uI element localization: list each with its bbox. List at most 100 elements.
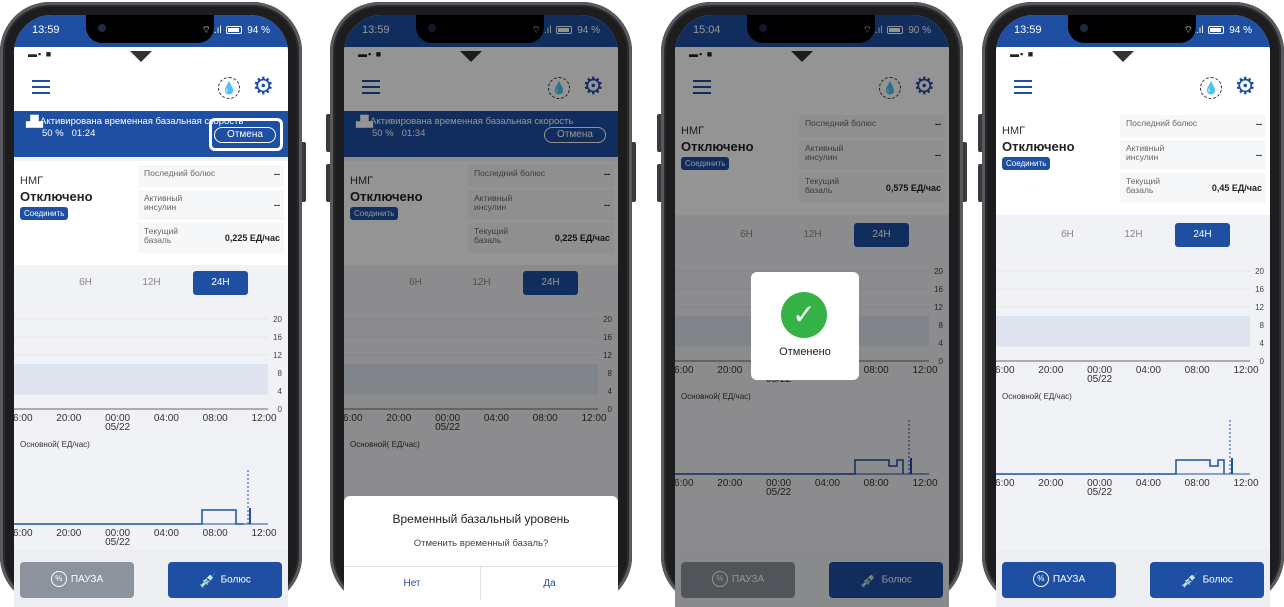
y-tick-label: 20 [1255,267,1264,276]
y-tick-label: 8 [1260,321,1265,330]
y-tick-label: 8 [278,369,283,378]
basal-chart: 16:00 20:00 00:00 05/22 04:00 08:00 12:00 [14,470,288,548]
dialog-no-button[interactable]: Нет [344,566,481,600]
system-icons: ⌔ .ıl 94 % [1184,24,1252,37]
insulin-drop-icon[interactable]: 💧 [218,77,240,99]
notification-row: ▬▪ ■ [996,47,1270,65]
connect-button[interactable]: Соединить [20,207,69,220]
phone-4: 13:59 ⌔ .ıl 94 % ▬▪ ■ 💧 ⚙ НМГ Отключено [978,2,1284,607]
pull-down-tab-icon[interactable] [130,51,152,62]
current-basal-value: 0,225 ЕД/час [224,233,280,243]
battery-percent: 94 % [247,25,270,36]
x-tick-label: 16:00 [996,478,1015,489]
x-tick-label: 20:00 [56,528,81,539]
active-insulin: Активный инсулин -- [138,190,284,220]
phone-2: 13:59 ⌔ .ıl 94 % ▬▪ ■ 💧 ⚙ ▟▙ Активирован… [326,2,636,607]
current-basal-label: Текущий базаль [144,226,178,245]
bottom-action-bar: % ПАУЗА 💉 Болюс [14,550,288,607]
x-tick-label: 08:00 [1185,365,1210,376]
y-tick-label: 20 [273,315,282,324]
bolus-button[interactable]: 💉 Болюс [168,562,282,598]
clock: 13:59 [32,24,60,36]
wifi-icon: ⌔ .ıl [1183,25,1204,36]
status-bar: 13:59 ⌔ .ıl 94 % [996,15,1270,47]
last-bolus: Последний болюс -- [138,165,284,187]
bottom-action-bar: % ПАУЗА 💉 Болюс [996,550,1270,607]
range-tabs: 6H 12H 24H [996,223,1270,249]
x-tick-label: 12:00 [251,528,276,539]
pause-percent-icon: % [50,571,67,588]
insulin-drop-icon[interactable]: 💧 [1200,77,1222,99]
cancelled-toast: ✓ Отменено [751,272,859,380]
tab-6h[interactable]: 6H [1040,223,1095,247]
dialog-yes-button[interactable]: Да [481,566,618,600]
x-date-label: 05/22 [1087,487,1112,498]
battery-percent: 94 % [1229,25,1252,36]
pause-button[interactable]: % ПАУЗА [1002,562,1116,598]
app-screen: 15:04 ⌔ .ıl 90 % ▬▪ ■ 💧 ⚙ НМГ Отключено [675,15,949,607]
active-insulin-value: -- [1256,150,1262,160]
cgm-title: НМГ [20,175,44,187]
cancel-temp-basal-dialog: Временный базальный уровень Отменить вре… [344,496,618,607]
target-range-band [14,364,268,395]
x-tick-label: 08:00 [1185,478,1210,489]
bolus-button[interactable]: 💉 Болюс [1150,562,1264,598]
phone-3: 15:04 ⌔ .ıl 90 % ▬▪ ■ 💧 ⚙ НМГ Отключено [657,2,967,607]
pause-button: % ПАУЗА [20,562,134,598]
highlight-box [209,118,283,151]
basal-chart: 16:00 20:00 00:00 05/22 04:00 08:00 12:00 [996,420,1270,498]
app-bar: 💧 ⚙ [996,65,1270,111]
y-tick-label: 16 [273,333,282,342]
last-bolus-value: -- [1256,119,1262,129]
notification-row: ▬▪ ■ [14,47,288,65]
active-insulin-value: -- [274,200,280,210]
tab-12h[interactable]: 12H [124,271,179,295]
active-insulin-label: Активный инсулин [144,193,183,212]
glucose-chart: 20161284016:0020:0000:0005/2204:0008:001… [996,267,1270,385]
target-range-band [996,316,1250,347]
glucose-chart-svg: 20161284016:0020:0000:0005/2204:0008:001… [14,315,283,433]
last-bolus-value: -- [274,169,280,179]
app-screen: 13:59 ⌔ .ıl 94 % ▬▪ ■ 💧 ⚙ ▟▙ Активирован… [14,15,288,607]
y-tick-label: 0 [278,405,283,414]
y-tick-label: 16 [1255,285,1264,294]
x-date-label: 05/22 [105,537,130,548]
notification-icons: ▬▪ ■ [1010,49,1035,59]
basal-rate-line [996,459,1225,475]
metrics-panel: Последний болюс -- Активный инсулин -- Т… [138,165,284,256]
banner-duration: 01:24 [71,128,96,139]
range-tabs: 6H 12H 24H [14,271,288,297]
gear-icon[interactable]: ⚙ [252,74,274,100]
active-insulin-label: Активный инсулин [1126,143,1165,162]
camera-notch [86,15,214,43]
basal-chart-svg: 16:00 20:00 00:0005/2204:00 08:00 12:00 [996,420,1259,498]
clock: 13:59 [1014,24,1042,36]
app-bar: 💧 ⚙ [14,65,288,111]
tab-12h[interactable]: 12H [1106,223,1161,247]
tab-6h[interactable]: 6H [58,271,113,295]
dialog-message: Отменить временный базаль? [413,538,549,549]
cgm-title: НМГ [1002,125,1026,137]
connect-button[interactable]: Соединить [1002,157,1051,170]
basal-rate-line [14,509,244,525]
y-tick-label: 4 [278,387,283,396]
last-bolus-label: Последний болюс [144,168,216,178]
hamburger-icon[interactable] [32,80,50,94]
toast-message: Отменено [779,346,831,358]
x-tick-label: 12:00 [1233,478,1258,489]
x-tick-label: 04:00 [1136,478,1161,489]
x-tick-label: 12:00 [1233,365,1258,376]
tab-24h[interactable]: 24H [193,271,248,295]
banner-info: 50 % 01:24 [42,128,95,139]
gear-icon[interactable]: ⚙ [1234,74,1256,100]
active-insulin: Активный инсулин -- [1120,140,1266,170]
current-basal-value: 0,45 ЕД/час [1211,183,1262,193]
current-basal-label: Текущий базаль [1126,176,1160,195]
pause-label: ПАУЗА [1052,574,1086,585]
pull-down-tab-icon[interactable] [1112,51,1134,62]
current-basal: Текущий базаль 0,225 ЕД/час [138,223,284,253]
app-screen: 13:59 ⌔ .ıl 94 % ▬▪ ■ 💧 ⚙ НМГ Отключено [996,15,1270,607]
tab-24h[interactable]: 24H [1175,223,1230,247]
y-tick-label: 12 [273,351,282,360]
hamburger-icon[interactable] [1014,80,1032,94]
